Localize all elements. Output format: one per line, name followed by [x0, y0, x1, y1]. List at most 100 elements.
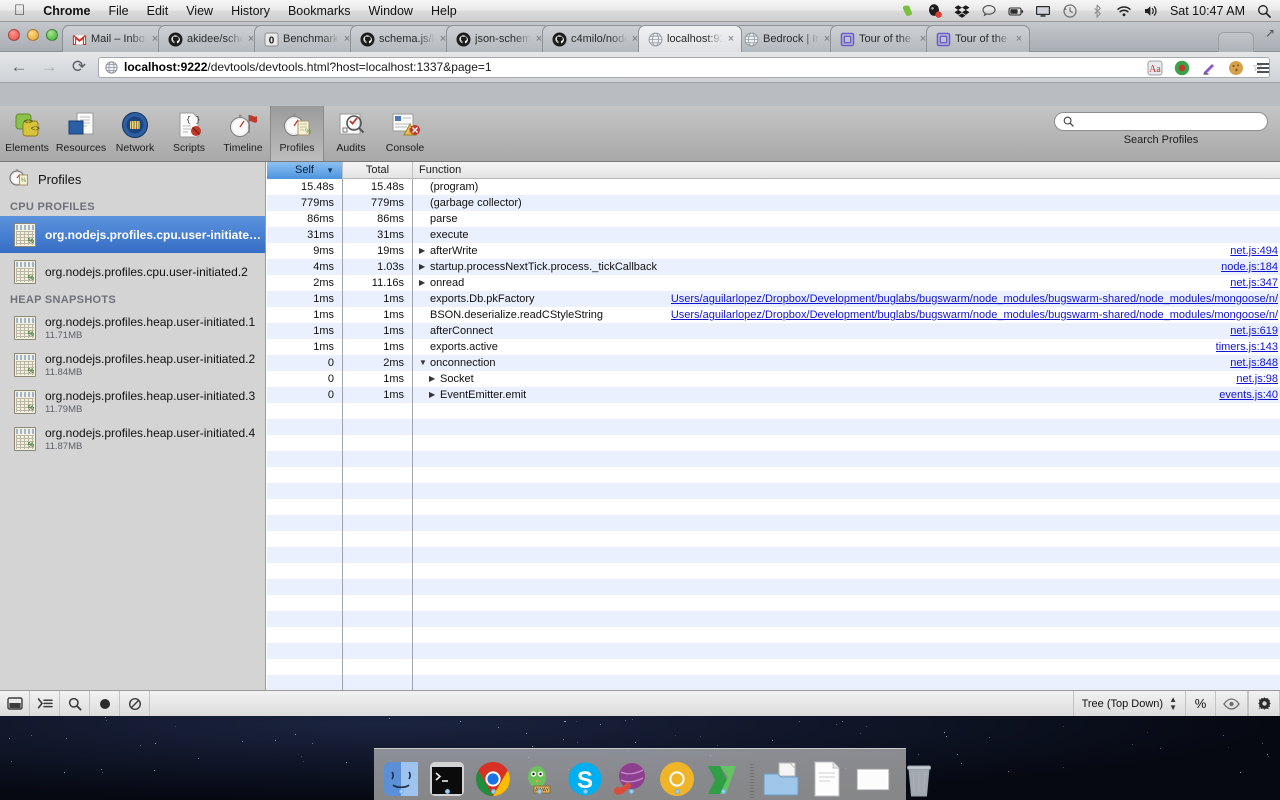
- battery-icon[interactable]: [1008, 3, 1024, 19]
- devtools-panel-elements[interactable]: <> <> Elements: [0, 106, 54, 161]
- table-row[interactable]: 1ms1ms ▶afterConnect net.js:619: [267, 323, 1280, 339]
- browser-tab-8[interactable]: Tour of the G×: [830, 25, 934, 52]
- disclosure-triangle-icon[interactable]: ▶: [419, 211, 429, 227]
- display-icon[interactable]: [1035, 3, 1051, 19]
- close-tab-icon[interactable]: ×: [725, 33, 737, 45]
- disclosure-triangle-icon[interactable]: ▶: [419, 275, 429, 291]
- browser-tab-7[interactable]: Bedrock | In ×: [734, 25, 838, 52]
- colloquy-icon[interactable]: [612, 760, 650, 798]
- disclosure-triangle-icon[interactable]: ▶: [419, 179, 429, 195]
- table-row[interactable]: 779ms779ms▶(garbage collector): [267, 195, 1280, 211]
- zoom-window-button[interactable]: [46, 29, 58, 41]
- menu-bar-clock[interactable]: Sat 10:47 AM: [1170, 4, 1245, 18]
- source-link[interactable]: net.js:98: [1236, 371, 1278, 387]
- browser-tab-0[interactable]: Mail – Inbox ×: [62, 25, 166, 52]
- menu-item-window[interactable]: Window: [369, 4, 413, 18]
- disclosure-triangle-icon[interactable]: ▶: [419, 243, 429, 259]
- column-header-function[interactable]: Function: [413, 162, 1280, 179]
- table-row[interactable]: 1ms1ms▶exports.Db.pkFactory/Users/aguila…: [267, 291, 1280, 307]
- minimize-window-button[interactable]: [27, 29, 39, 41]
- disclosure-triangle-icon[interactable]: ▼: [419, 355, 429, 371]
- devtools-panel-scripts[interactable]: { } Scripts: [162, 106, 216, 161]
- close-tab-icon[interactable]: ×: [1013, 33, 1025, 45]
- source-link[interactable]: /Users/aguilarlopez/Dropbox/Development/…: [671, 307, 1278, 323]
- browser-tab-2[interactable]: 0Benchmark c×: [254, 25, 358, 52]
- source-link[interactable]: node.js:184: [1221, 259, 1278, 275]
- wifi-icon[interactable]: [1116, 3, 1132, 19]
- chrome-canary-icon[interactable]: [658, 760, 696, 798]
- disclosure-triangle-icon[interactable]: ▶: [419, 307, 429, 323]
- table-row[interactable]: 0 2ms ▼ onconnection net.js:848: [267, 355, 1280, 371]
- menu-item-view[interactable]: View: [186, 4, 213, 18]
- browser-tab-5[interactable]: c4milo/node ×: [542, 25, 646, 52]
- preview-icon[interactable]: [854, 760, 892, 798]
- timemachine-icon[interactable]: [1062, 3, 1078, 19]
- menu-item-bookmarks[interactable]: Bookmarks: [288, 4, 351, 18]
- source-link[interactable]: timers.js:143: [1216, 339, 1278, 355]
- skype-icon[interactable]: S: [566, 760, 604, 798]
- menu-item-chrome[interactable]: Chrome: [43, 4, 90, 18]
- back-button[interactable]: ←: [8, 56, 30, 78]
- disclosure-triangle-icon[interactable]: ▶: [419, 339, 429, 355]
- fullscreen-icon[interactable]: ↗: [1265, 26, 1275, 40]
- devtools-panel-console[interactable]: ! Console: [378, 106, 432, 161]
- table-row[interactable]: 4ms 1.03s ▶ startup.processNextTick.process…: [267, 259, 1280, 275]
- table-row[interactable]: 1ms1ms▶BSON.deserialize.readCStyleString…: [267, 307, 1280, 323]
- apple-logo-icon[interactable]: : [14, 3, 25, 18]
- source-link[interactable]: net.js:619: [1230, 323, 1278, 339]
- menu-item-help[interactable]: Help: [431, 4, 457, 18]
- devtools-panel-resources[interactable]: Resources: [54, 106, 108, 161]
- disclosure-triangle-icon[interactable]: ▶: [429, 387, 439, 403]
- spotlight-search-icon[interactable]: [1256, 3, 1272, 19]
- disclosure-triangle-icon[interactable]: ▶: [419, 227, 429, 243]
- devtools-panel-profiles[interactable]: % Profiles: [270, 106, 324, 161]
- forward-button[interactable]: →: [38, 56, 60, 78]
- table-row[interactable]: 0 1ms ▶ EventEmitter.emit events.js:40: [267, 387, 1280, 403]
- reload-button[interactable]: ⟳: [68, 56, 90, 78]
- table-row[interactable]: 31ms31ms▶execute: [267, 227, 1280, 243]
- disclosure-triangle-icon[interactable]: ▶: [419, 323, 429, 339]
- column-header-self[interactable]: Self ▼: [267, 162, 343, 179]
- translate-icon[interactable]: Aa: [1146, 59, 1164, 77]
- bluetooth-icon[interactable]: [1089, 3, 1105, 19]
- column-header-total[interactable]: Total: [343, 162, 413, 179]
- table-row[interactable]: 1ms1ms ▶exports.active timers.js:143: [267, 339, 1280, 355]
- disclosure-triangle-icon[interactable]: ▶: [419, 259, 429, 275]
- devtools-panel-network[interactable]: Network: [108, 106, 162, 161]
- chrome-icon[interactable]: [474, 760, 512, 798]
- documents-stack-icon[interactable]: [808, 760, 846, 798]
- address-bar[interactable]: localhost:9222/devtools/devtools.html?ho…: [98, 56, 1270, 78]
- focus-eye-icon[interactable]: [1216, 691, 1248, 716]
- disclosure-triangle-icon[interactable]: ▶: [419, 195, 429, 211]
- finder-icon[interactable]: [382, 760, 420, 798]
- adium-icon[interactable]: AWAY: [520, 760, 558, 798]
- terminal-icon[interactable]: [428, 760, 466, 798]
- sidebar-profile-item[interactable]: % org.nodejs.profiles.cpu.user-initiated.…: [0, 253, 265, 290]
- stepper-icon[interactable]: ▲ ▼: [1169, 695, 1177, 712]
- percent-toggle-button[interactable]: %: [1186, 691, 1216, 716]
- console-drawer-icon[interactable]: [30, 691, 60, 716]
- volume-icon[interactable]: [1143, 3, 1159, 19]
- sidebar-profile-item[interactable]: % org.nodejs.profiles.heap.user-initiated…: [0, 383, 265, 420]
- browser-tab-9[interactable]: Tour of the G×: [926, 25, 1030, 52]
- settings-gear-icon[interactable]: [1248, 691, 1280, 716]
- source-link[interactable]: net.js:848: [1230, 355, 1278, 371]
- table-row[interactable]: 15.48s15.48s▶(program): [267, 179, 1280, 195]
- dropbox-icon[interactable]: [954, 3, 970, 19]
- disclosure-triangle-icon[interactable]: ▶: [419, 291, 429, 307]
- source-link[interactable]: events.js:40: [1219, 387, 1278, 403]
- menu-item-file[interactable]: File: [108, 4, 128, 18]
- browser-tab-6[interactable]: localhost:92 ×: [638, 25, 742, 52]
- window-controls[interactable]: [8, 29, 58, 41]
- new-tab-button[interactable]: [1218, 32, 1254, 52]
- source-link[interactable]: net.js:347: [1230, 275, 1278, 291]
- evernote-icon[interactable]: [900, 3, 916, 19]
- onepassword-icon[interactable]: [927, 3, 943, 19]
- trash-icon[interactable]: [900, 760, 938, 798]
- view-mode-select[interactable]: Tree (Top Down) ▲ ▼: [1072, 691, 1186, 716]
- table-row[interactable]: 9ms 19ms ▶ afterWrite net.js:494: [267, 243, 1280, 259]
- sidebar-profile-item[interactable]: % org.nodejs.profiles.heap.user-initiated…: [0, 309, 265, 346]
- sidebar-profile-item[interactable]: % org.nodejs.profiles.cpu.user-initiate…: [0, 216, 265, 253]
- table-row[interactable]: 2ms 11.16s ▶ onread net.js:347: [267, 275, 1280, 291]
- downloads-stack-icon[interactable]: [762, 760, 800, 798]
